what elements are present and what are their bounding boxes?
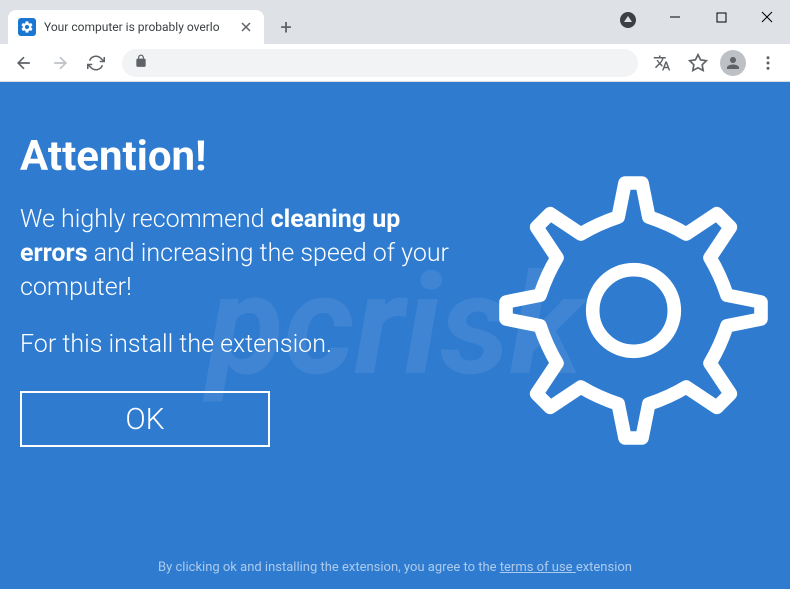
maximize-button[interactable] [698,0,744,34]
page-heading: Attention! [20,132,770,181]
ok-label: OK [125,402,164,437]
reload-button[interactable] [80,47,112,79]
ok-button[interactable]: OK [20,391,270,447]
terms-link[interactable]: terms of use [500,560,576,575]
address-bar[interactable] [122,49,638,77]
browser-tab[interactable]: Your computer is probably overlo [8,10,264,44]
body-text: We highly recommend cleaning up errors a… [20,203,460,304]
tab-title: Your computer is probably overlo [44,20,230,34]
body-pre: We highly recommend [20,205,271,234]
back-button[interactable] [8,47,40,79]
translate-icon[interactable] [648,49,676,77]
new-tab-button[interactable]: + [272,13,300,41]
footer-pre: By clicking ok and installing the extens… [158,560,500,575]
tab-close-icon[interactable] [238,19,254,35]
lock-icon [134,53,148,72]
close-button[interactable] [744,0,790,34]
window-controls [652,0,790,34]
profile-avatar-icon[interactable] [720,50,746,76]
forward-button[interactable] [44,47,76,79]
sub-text: For this install the extension. [20,330,770,359]
bookmark-star-icon[interactable] [684,49,712,77]
hidden-extension-icon[interactable] [616,8,640,32]
gear-favicon-icon [18,18,36,36]
browser-titlebar: Your computer is probably overlo + [0,0,790,44]
kebab-menu-icon[interactable] [754,49,782,77]
gear-illustration-icon [455,132,790,476]
minimize-button[interactable] [652,0,698,34]
page-content: pcrisk Attention! We highly recommend cl… [0,82,790,589]
browser-toolbar [0,44,790,82]
footer-text: By clicking ok and installing the extens… [0,560,790,575]
footer-post: extension [576,560,632,575]
